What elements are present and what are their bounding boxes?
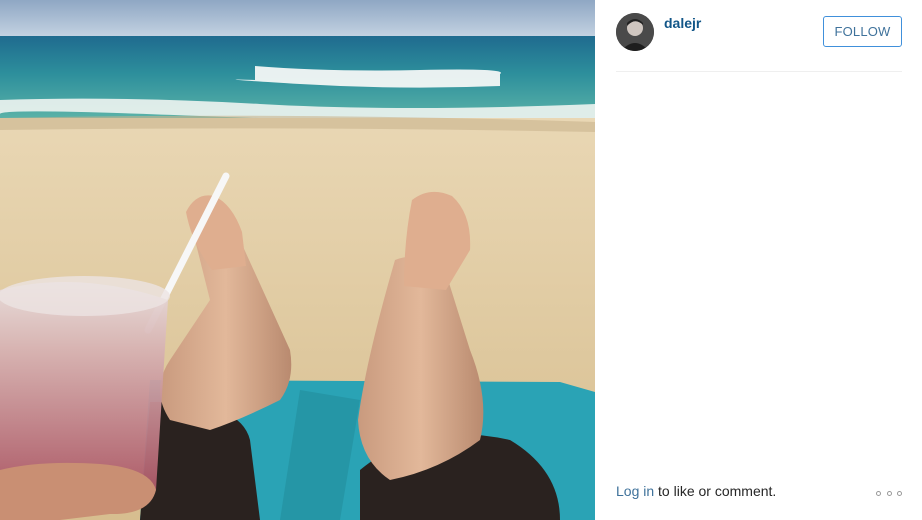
avatar[interactable] bbox=[616, 13, 654, 51]
post-header: dalejr FOLLOW bbox=[616, 0, 902, 72]
post-footer: Log in to like or comment. bbox=[616, 483, 902, 501]
follow-button[interactable]: FOLLOW bbox=[823, 16, 902, 47]
post-photo[interactable] bbox=[0, 0, 595, 520]
options-dot bbox=[897, 490, 902, 496]
options-dot bbox=[876, 490, 881, 496]
login-link[interactable]: Log in bbox=[616, 483, 654, 499]
login-prompt-text: to like or comment. bbox=[654, 483, 777, 499]
username-link[interactable]: dalejr bbox=[664, 15, 701, 31]
login-prompt: Log in to like or comment. bbox=[616, 483, 776, 499]
options-dot bbox=[886, 490, 892, 496]
options-icon[interactable] bbox=[876, 489, 902, 497]
post-sidebar: dalejr FOLLOW Log in to like or comment. bbox=[595, 0, 922, 520]
